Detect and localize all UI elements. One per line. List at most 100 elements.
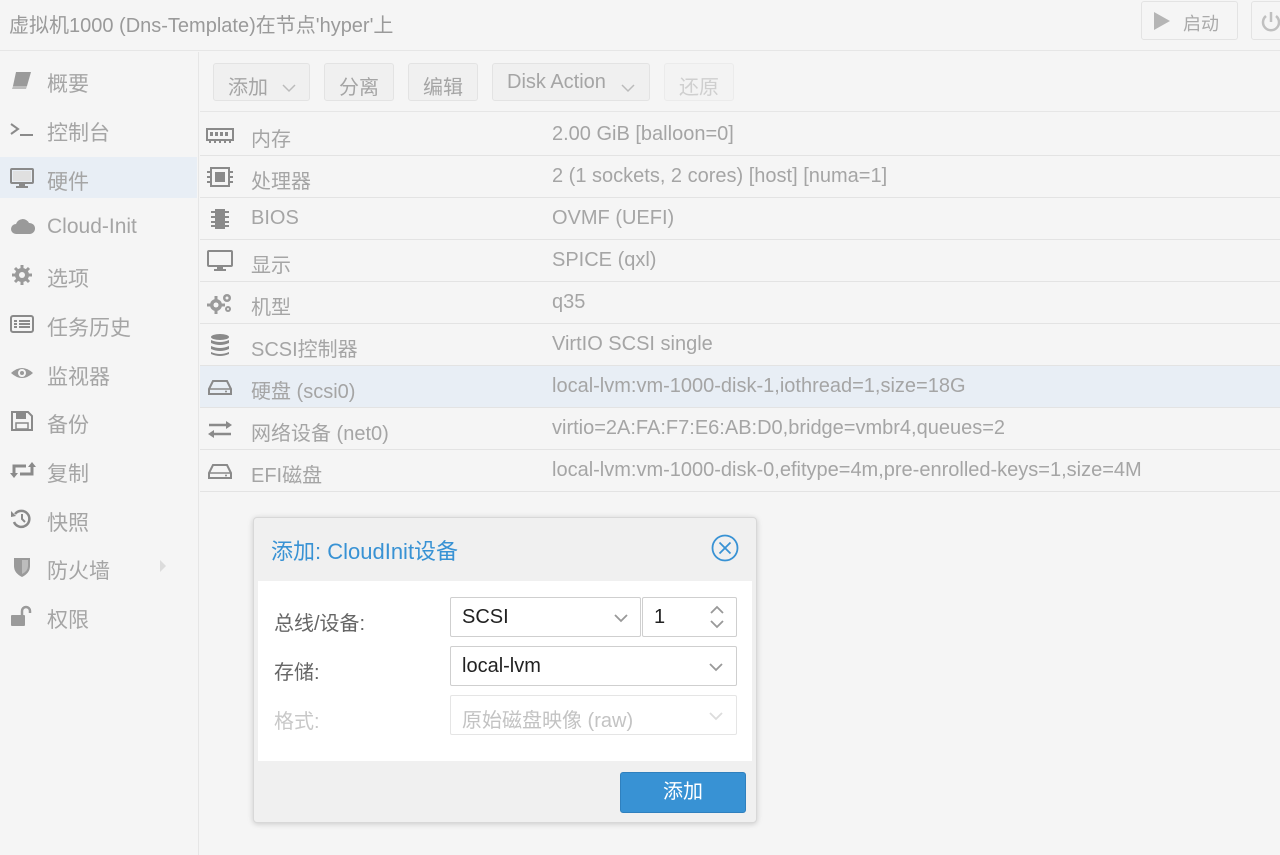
add-button[interactable]: 添加 bbox=[213, 63, 310, 101]
chevron-down-icon bbox=[708, 709, 724, 727]
edit-button[interactable]: 编辑 bbox=[408, 63, 478, 101]
bus-select[interactable]: SCSI bbox=[450, 597, 641, 637]
desktop-icon bbox=[10, 167, 34, 189]
row-name: 硬盘 (scsi0) bbox=[251, 381, 356, 403]
start-button-label: 启动 bbox=[1183, 14, 1219, 34]
detach-button[interactable]: 分离 bbox=[324, 63, 394, 101]
chevron-down-icon bbox=[282, 76, 296, 99]
table-row-memory[interactable]: 内存 2.00 GiB [balloon=0] bbox=[200, 114, 1280, 156]
sidebar-item-summary[interactable]: 概要 bbox=[0, 59, 197, 100]
sidebar-item-permissions[interactable]: 权限 bbox=[0, 595, 197, 636]
database-icon bbox=[206, 333, 234, 357]
spinner-arrows-icon[interactable] bbox=[709, 603, 725, 636]
table-row-hard-disk[interactable]: 硬盘 (scsi0) local-lvm:vm-1000-disk-1,ioth… bbox=[200, 366, 1280, 408]
revert-button-label: 还原 bbox=[679, 77, 719, 99]
table-row-machine[interactable]: 机型 q35 bbox=[200, 282, 1280, 324]
row-name: 网络设备 (net0) bbox=[251, 423, 389, 445]
dialog-header: 添加: CloudInit设备 bbox=[254, 518, 756, 578]
storage-select-value: local-lvm bbox=[462, 655, 541, 677]
dialog-add-button[interactable]: 添加 bbox=[620, 772, 746, 813]
disk-action-button-label: Disk Action bbox=[507, 71, 606, 93]
chevron-down-icon[interactable] bbox=[613, 611, 629, 629]
sidebar-item-snapshots[interactable]: 快照 bbox=[0, 498, 197, 539]
sidebar-item-task-history[interactable]: 任务历史 bbox=[0, 303, 197, 344]
add-button-label: 添加 bbox=[228, 77, 268, 99]
sidebar-item-label: 选项 bbox=[47, 268, 89, 291]
sidebar-item-label: 硬件 bbox=[47, 171, 89, 194]
row-value: virtio=2A:FA:F7:E6:AB:D0,bridge=vmbr4,qu… bbox=[552, 417, 1006, 439]
row-value: VirtIO SCSI single bbox=[552, 333, 713, 355]
row-value: OVMF (UEFI) bbox=[552, 207, 675, 229]
chevron-right-icon[interactable] bbox=[158, 559, 168, 578]
eye-icon bbox=[10, 362, 34, 384]
shutdown-button[interactable] bbox=[1251, 1, 1280, 40]
table-row-processor[interactable]: 处理器 2 (1 sockets, 2 cores) [host] [numa=… bbox=[200, 156, 1280, 198]
row-value: 2.00 GiB [balloon=0] bbox=[552, 123, 734, 145]
sidebar: 概要 控制台 硬件 Cloud-Init 选项 任务历史 监视器 备份 复制 快… bbox=[0, 52, 199, 855]
format-select: 原始磁盘映像 (raw) bbox=[450, 695, 737, 735]
sidebar-item-cloud-init[interactable]: Cloud-Init bbox=[0, 206, 197, 247]
sidebar-item-backup[interactable]: 备份 bbox=[0, 400, 197, 441]
start-button[interactable]: 启动 bbox=[1141, 1, 1238, 40]
close-icon[interactable] bbox=[711, 534, 739, 562]
list-icon bbox=[10, 313, 34, 335]
sidebar-item-label: Cloud-Init bbox=[47, 215, 137, 238]
microchip-icon bbox=[206, 207, 234, 231]
memory-icon bbox=[206, 123, 234, 147]
sidebar-item-monitor[interactable]: 监视器 bbox=[0, 352, 197, 393]
row-name: SCSI控制器 bbox=[251, 339, 358, 361]
dialog-body: 总线/设备: SCSI 1 存储: local-lvm 格式: 原始磁盘映像 (… bbox=[258, 581, 752, 761]
sidebar-item-console[interactable]: 控制台 bbox=[0, 108, 197, 149]
sidebar-item-label: 复制 bbox=[47, 463, 89, 486]
book-icon bbox=[10, 69, 34, 91]
row-value: q35 bbox=[552, 291, 586, 313]
table-row-network[interactable]: 网络设备 (net0) virtio=2A:FA:F7:E6:AB:D0,bri… bbox=[200, 408, 1280, 450]
terminal-icon bbox=[10, 118, 34, 140]
unlock-icon bbox=[10, 605, 34, 627]
sidebar-item-replication[interactable]: 复制 bbox=[0, 449, 197, 490]
row-value: SPICE (qxl) bbox=[552, 249, 657, 271]
table-row-display[interactable]: 显示 SPICE (qxl) bbox=[200, 240, 1280, 282]
exchange-icon bbox=[206, 417, 234, 441]
gear-icon bbox=[10, 264, 34, 286]
sidebar-item-firewall[interactable]: 防火墙 bbox=[0, 546, 197, 587]
storage-select[interactable]: local-lvm bbox=[450, 646, 737, 686]
add-cloudinit-dialog: 添加: CloudInit设备 总线/设备: SCSI 1 存储: local-… bbox=[253, 517, 757, 823]
header: 虚拟机1000 (Dns-Template)在节点'hyper'上 启动 bbox=[0, 0, 1280, 51]
sidebar-item-label: 防火墙 bbox=[47, 560, 110, 583]
toolbar: 添加 分离 编辑 Disk Action 还原 bbox=[200, 52, 1280, 112]
format-select-value: 原始磁盘映像 (raw) bbox=[462, 710, 634, 732]
hdd-icon bbox=[206, 459, 234, 483]
sidebar-item-label: 控制台 bbox=[47, 122, 110, 145]
device-number-spinner[interactable]: 1 bbox=[642, 597, 737, 637]
row-name: 处理器 bbox=[251, 171, 311, 193]
table-row-scsi-controller[interactable]: SCSI控制器 VirtIO SCSI single bbox=[200, 324, 1280, 366]
revert-button[interactable]: 还原 bbox=[664, 63, 734, 101]
history-icon bbox=[10, 508, 34, 530]
cpu-icon bbox=[206, 165, 234, 189]
sidebar-item-label: 备份 bbox=[47, 414, 89, 437]
row-name: 内存 bbox=[251, 129, 291, 151]
detach-button-label: 分离 bbox=[339, 77, 379, 99]
sidebar-item-hardware[interactable]: 硬件 bbox=[0, 157, 197, 198]
chevron-down-icon[interactable] bbox=[708, 660, 724, 678]
row-name: EFI磁盘 bbox=[251, 465, 323, 487]
device-number-value: 1 bbox=[654, 606, 666, 628]
cloud-icon bbox=[10, 216, 36, 238]
disk-action-button[interactable]: Disk Action bbox=[492, 63, 650, 101]
row-name: 显示 bbox=[251, 255, 291, 277]
sidebar-item-label: 任务历史 bbox=[47, 317, 131, 340]
sidebar-item-label: 监视器 bbox=[47, 366, 110, 389]
chevron-down-icon bbox=[621, 76, 635, 99]
row-value: 2 (1 sockets, 2 cores) [host] [numa=1] bbox=[552, 165, 888, 187]
bus-device-label: 总线/设备: bbox=[274, 613, 366, 635]
display-icon bbox=[206, 249, 234, 273]
table-row-efi-disk[interactable]: EFI磁盘 local-lvm:vm-1000-disk-0,efitype=4… bbox=[200, 450, 1280, 492]
sidebar-item-options[interactable]: 选项 bbox=[0, 254, 197, 295]
table-row-bios[interactable]: BIOS OVMF (UEFI) bbox=[200, 198, 1280, 240]
sidebar-item-label: 概要 bbox=[47, 73, 89, 96]
edit-button-label: 编辑 bbox=[423, 77, 463, 99]
page-title: 虚拟机1000 (Dns-Template)在节点'hyper'上 bbox=[9, 15, 394, 37]
hdd-icon bbox=[206, 375, 234, 399]
row-value: local-lvm:vm-1000-disk-1,iothread=1,size… bbox=[552, 375, 966, 397]
